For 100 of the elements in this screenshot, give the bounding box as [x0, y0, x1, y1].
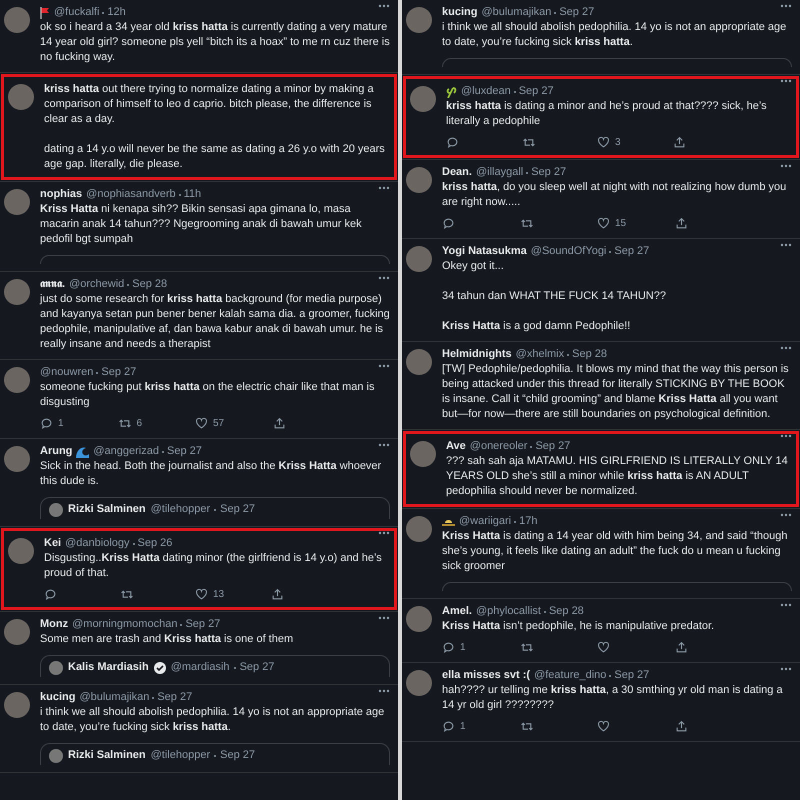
more-icon[interactable] [378, 531, 390, 535]
avatar [4, 367, 30, 393]
tweet-date[interactable]: Sep 27 [535, 439, 570, 454]
share-icon[interactable] [672, 136, 686, 149]
like-count: 13 [213, 588, 224, 602]
user-name[interactable]: Yogi Natasukma [442, 244, 527, 259]
user-handle[interactable]: @orchewid [69, 277, 124, 292]
share-icon[interactable] [272, 417, 286, 430]
user-name[interactable]: Arung [40, 444, 72, 459]
share-icon[interactable] [674, 720, 688, 733]
tweet-date[interactable]: Sep 26 [138, 536, 172, 551]
user-name[interactable]: Amel. [442, 604, 472, 619]
more-icon[interactable] [780, 243, 792, 247]
user-handle[interactable]: @nouwren [40, 365, 94, 380]
reply-icon[interactable] [442, 720, 455, 733]
share-icon[interactable] [270, 588, 284, 601]
tweet-text: kriss hatta is dating a minor and he’s proud at that???? sick, he’s literally a pedophile [446, 99, 768, 129]
quoted-tweet[interactable]: Rizki Salminen @tilehopper Sep 27 [40, 497, 390, 519]
tweet-date[interactable]: Sep 27 [614, 244, 650, 259]
retweet-icon[interactable] [118, 417, 132, 430]
heart-icon[interactable] [195, 417, 208, 430]
tweet-date[interactable]: Sep 27 [101, 365, 136, 380]
user-handle[interactable]: @phylocallist [476, 604, 541, 619]
user-handle[interactable]: @nophiasandverb [86, 187, 176, 202]
user-name[interactable]: 𝖆𝖓𝖓𝖆. [40, 277, 66, 292]
user-name[interactable]: Monz [40, 617, 68, 632]
user-handle[interactable]: @xhelmix [516, 347, 564, 362]
avatar [406, 670, 432, 696]
tweet-date[interactable]: 12h [107, 5, 126, 20]
more-icon[interactable] [378, 4, 390, 8]
user-name[interactable]: kucing [40, 690, 76, 705]
more-icon[interactable] [780, 4, 792, 8]
heart-icon[interactable] [597, 720, 610, 733]
user-handle[interactable]: @wariigari [459, 514, 512, 529]
user-name[interactable]: Dean. [442, 165, 472, 180]
tweet-date[interactable]: Sep 28 [548, 604, 584, 619]
more-icon[interactable] [378, 276, 390, 280]
heart-icon[interactable] [597, 641, 610, 654]
user-name[interactable]: Kei [44, 536, 62, 551]
more-icon[interactable] [378, 443, 390, 447]
user-handle[interactable]: @SoundOfYogi [530, 244, 606, 259]
user-handle[interactable]: @bulumajikan [481, 5, 552, 20]
user-name[interactable]: Ave [446, 439, 466, 454]
heart-icon[interactable] [597, 136, 610, 149]
tweet-date[interactable]: 17h [519, 514, 538, 529]
more-icon[interactable] [780, 513, 792, 517]
more-icon[interactable] [780, 79, 792, 83]
heart-icon[interactable] [597, 217, 610, 230]
tweet-date[interactable]: 11h [184, 187, 202, 202]
reply-icon[interactable] [442, 641, 455, 654]
share-icon[interactable] [674, 217, 688, 230]
more-icon[interactable] [378, 689, 390, 693]
reply-icon[interactable] [44, 588, 57, 601]
user-handle[interactable]: @onereoler [470, 439, 528, 454]
user-handle[interactable]: @illaygall [476, 165, 524, 180]
user-handle[interactable]: @danbiology [65, 536, 130, 551]
user-handle[interactable]: @anggerizad [93, 444, 159, 459]
retweet-icon[interactable] [522, 136, 536, 149]
tweet-date[interactable]: Sep 28 [132, 277, 168, 292]
more-icon[interactable] [780, 164, 792, 168]
user-name[interactable]: kucing [442, 5, 478, 20]
tweet-text: i think we all should abolish pedophilia. 14 yo is not an appropriate age to date, you’re fucking sick kriss hatta. [442, 20, 788, 50]
more-icon[interactable] [780, 667, 792, 671]
share-icon[interactable] [674, 641, 688, 654]
tweet-date[interactable]: Sep 27 [518, 84, 554, 99]
user-handle[interactable]: @luxdean [461, 84, 511, 99]
tweet-date[interactable]: Sep 27 [185, 617, 220, 632]
quoted-tweet[interactable]: Kalis Mardiasih @mardiasih Sep 27 [40, 655, 390, 677]
tweet-date[interactable]: Sep 27 [167, 444, 202, 459]
user-handle[interactable]: @feature_dino [534, 668, 606, 683]
retweet-icon[interactable] [520, 720, 534, 733]
tweet-date[interactable]: Sep 27 [559, 5, 594, 20]
user-handle[interactable]: @fuckalfi [54, 5, 100, 20]
user-name[interactable]: nophias [40, 187, 82, 202]
quoted-tweet[interactable]: Rizki Salminen @tilehopper Sep 27 [40, 743, 390, 765]
reply-icon[interactable] [40, 417, 53, 430]
retweet-icon[interactable] [520, 217, 534, 230]
heart-icon[interactable] [195, 588, 208, 601]
tweet-date[interactable]: Sep 28 [572, 347, 607, 362]
quoted-tweet-date: Sep 27 [220, 502, 255, 517]
more-icon[interactable] [378, 616, 390, 620]
more-icon[interactable] [780, 434, 792, 438]
more-icon[interactable] [378, 364, 390, 368]
more-icon[interactable] [780, 603, 792, 607]
reply-icon[interactable] [442, 217, 455, 230]
more-icon[interactable] [378, 186, 390, 190]
tweet-date[interactable]: Sep 27 [531, 165, 566, 180]
more-icon[interactable] [780, 346, 792, 350]
user-handle[interactable]: @bulumajikan [79, 690, 150, 705]
tweet-date[interactable]: Sep 27 [614, 668, 650, 683]
retweet-count: 6 [136, 417, 142, 431]
retweet-icon[interactable] [520, 641, 534, 654]
reply-icon[interactable] [446, 136, 459, 149]
user-handle[interactable]: @morningmomochan [72, 617, 178, 632]
tweet-date[interactable]: Sep 27 [157, 690, 192, 705]
avatar [410, 441, 436, 467]
quoted-tweet-date: Sep 27 [220, 748, 255, 763]
user-name[interactable]: Helmidnights [442, 347, 512, 362]
user-name[interactable]: ella misses svt :( [442, 668, 530, 683]
retweet-icon[interactable] [120, 588, 134, 601]
